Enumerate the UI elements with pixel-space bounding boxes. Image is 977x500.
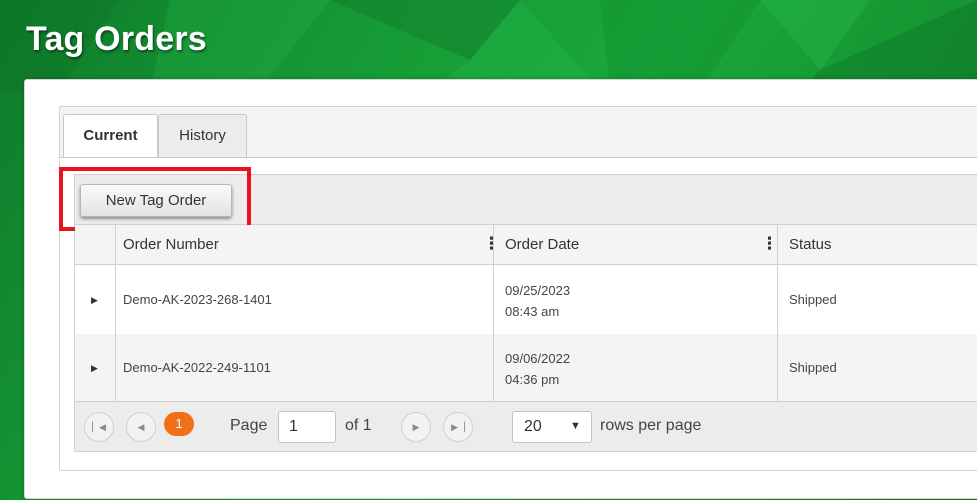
page-number-input[interactable]: [278, 411, 336, 443]
column-title: Status: [789, 236, 832, 253]
order-date-cell: 09/25/2023 08:43 am: [505, 280, 570, 322]
column-divider: [777, 225, 778, 401]
page-title: Tag Orders: [26, 20, 207, 58]
first-page-icon[interactable]: ▏◀: [84, 412, 114, 442]
orders-grid: New Tag Order Order Number ⋮ Order Date …: [59, 167, 977, 452]
order-number-cell: Demo-AK-2023-268-1401: [123, 292, 272, 307]
order-date-cell: 09/06/2022 04:36 pm: [505, 348, 570, 390]
column-divider: [493, 225, 494, 401]
tab-bar: Current History: [60, 107, 977, 159]
content-panel: Current History New Tag Order Order Numb…: [24, 79, 977, 499]
column-menu-icon[interactable]: ⋮: [483, 235, 500, 253]
column-menu-icon[interactable]: ⋮: [761, 235, 778, 253]
last-page-icon[interactable]: ▶▕: [443, 412, 473, 442]
previous-page-icon[interactable]: ◀: [126, 412, 156, 442]
table-row[interactable]: ▶ Demo-AK-2023-268-1401 09/25/2023 08:43…: [75, 266, 977, 334]
next-page-icon[interactable]: ▶: [401, 412, 431, 442]
page-count-label: of 1: [345, 417, 372, 434]
rows-per-page-label: rows per page: [600, 417, 702, 434]
order-date: 09/06/2022: [505, 351, 571, 366]
page-size-select[interactable]: 20 ▼: [512, 411, 592, 443]
column-title: Order Date: [505, 236, 580, 253]
column-header-status[interactable]: Status ⋮: [789, 225, 977, 265]
order-time: 08:43 am: [505, 304, 560, 319]
column-header-order-number[interactable]: Order Number ⋮: [123, 225, 500, 265]
tab-content-current: New Tag Order Order Number ⋮ Order Date …: [59, 157, 977, 470]
status-cell: Shipped: [789, 292, 837, 307]
column-divider: [115, 225, 116, 401]
chevron-down-icon: ▼: [570, 420, 581, 432]
column-header-order-date[interactable]: Order Date ⋮: [505, 225, 778, 265]
tab-history[interactable]: History: [158, 114, 247, 158]
grid-toolbar: New Tag Order: [59, 167, 977, 231]
page-size-value: 20: [524, 418, 542, 435]
order-time: 04:36 pm: [505, 372, 560, 387]
tab-current[interactable]: Current: [63, 114, 158, 159]
order-date: 09/25/2023: [505, 283, 571, 298]
page-label: Page: [230, 417, 268, 434]
new-tag-order-button[interactable]: New Tag Order: [80, 184, 232, 217]
current-page-badge[interactable]: 1: [164, 412, 194, 436]
expand-row-icon[interactable]: ▶: [91, 295, 98, 306]
status-cell: Shipped: [789, 360, 837, 375]
grid-header: Order Number ⋮ Order Date ⋮ Status ⋮: [75, 225, 977, 265]
order-number-cell: Demo-AK-2022-249-1101: [123, 360, 271, 375]
table-row[interactable]: ▶ Demo-AK-2022-249-1101 09/06/2022 04:36…: [75, 334, 977, 402]
orders-tabstrip: Current History New Tag Order Order Numb…: [59, 106, 977, 471]
column-title: Order Number: [123, 236, 219, 253]
grid-pager: ▏◀ ◀ 1 Page of 1 ▶ ▶▕ 20 ▼ rows per page: [75, 401, 977, 451]
expand-row-icon[interactable]: ▶: [91, 363, 98, 374]
